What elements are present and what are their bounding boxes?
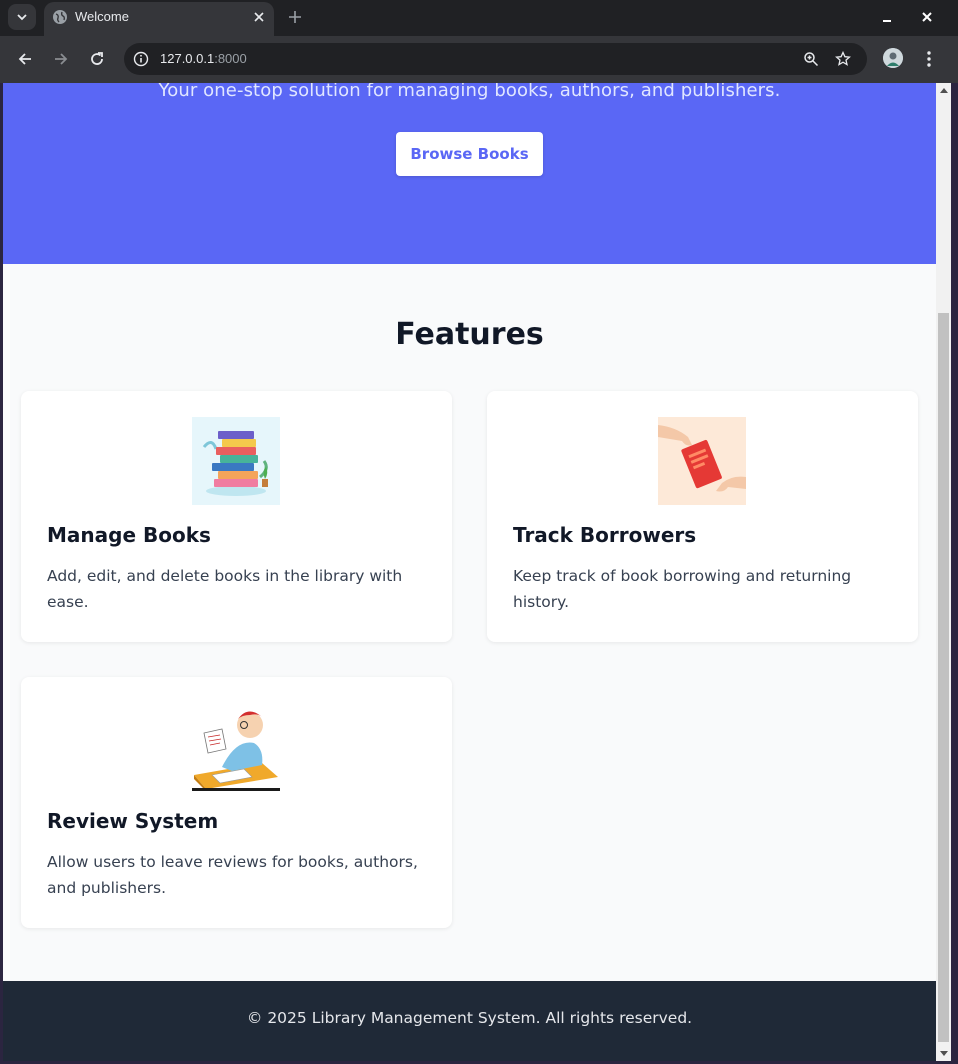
- scroll-up-button[interactable]: [936, 83, 951, 97]
- forward-arrow-icon[interactable]: [52, 50, 70, 68]
- browser-toolbar: 127.0.0.1:8000: [0, 36, 958, 83]
- card-title: Manage Books: [47, 523, 211, 547]
- bookmark-star-icon[interactable]: [835, 51, 851, 67]
- scroll-down-button[interactable]: [936, 1047, 951, 1061]
- more-menu-icon[interactable]: [921, 50, 937, 68]
- chevron-down-icon: [17, 14, 27, 21]
- card-title: Review System: [47, 809, 219, 833]
- card-description: Allow users to leave reviews for books, …: [47, 853, 418, 897]
- close-tab-icon[interactable]: [252, 10, 266, 24]
- site-footer: © 2025 Library Management System. All ri…: [3, 981, 936, 1061]
- scroll-down-arrow-icon: [939, 1051, 948, 1056]
- browser-titlebar: Welcome: [0, 0, 958, 36]
- features-heading: Features: [395, 317, 544, 352]
- scroll-up-arrow-icon: [939, 88, 948, 93]
- url-text[interactable]: 127.0.0.1:8000: [160, 51, 247, 66]
- browse-books-button[interactable]: Browse Books: [396, 132, 543, 176]
- new-tab-icon[interactable]: [286, 8, 304, 26]
- man-reviewing-paper-illustration: [192, 703, 280, 791]
- feature-card-review-system: Review System Allow users to leave revie…: [21, 677, 452, 928]
- footer-copyright: © 2025 Library Management System. All ri…: [246, 1009, 693, 1027]
- stack-of-books-illustration: [192, 417, 280, 505]
- feature-card-track-borrowers: Track Borrowers Keep track of book borro…: [487, 391, 918, 642]
- zoom-icon[interactable]: [803, 51, 819, 67]
- page-scrollbar[interactable]: [936, 83, 951, 1061]
- card-description: Add, edit, and delete books in the libra…: [47, 567, 403, 611]
- globe-icon: [53, 10, 67, 24]
- reload-icon[interactable]: [88, 50, 106, 68]
- feature-card-manage-books: Manage Books Add, edit, and delete books…: [21, 391, 452, 642]
- browser-tab-active[interactable]: Welcome: [44, 2, 274, 36]
- address-bar[interactable]: 127.0.0.1:8000: [124, 43, 867, 75]
- card-title: Track Borrowers: [513, 523, 697, 547]
- hero-subtitle: Your one-stop solution for managing book…: [158, 83, 781, 101]
- hero-section: Your one-stop solution for managing book…: [3, 83, 936, 264]
- profile-avatar[interactable]: [883, 48, 903, 68]
- minimize-icon[interactable]: [880, 10, 894, 24]
- hands-passing-book-illustration: [658, 417, 746, 505]
- back-arrow-icon[interactable]: [16, 50, 34, 68]
- close-window-icon[interactable]: [920, 10, 934, 24]
- site-info-icon[interactable]: [133, 51, 149, 67]
- tab-search-button[interactable]: [8, 4, 36, 30]
- scrollbar-thumb[interactable]: [938, 313, 949, 1042]
- page-viewport: Your one-stop solution for managing book…: [3, 83, 936, 1061]
- tab-title: Welcome: [75, 9, 129, 24]
- card-description: Keep track of book borrowing and returni…: [513, 567, 852, 611]
